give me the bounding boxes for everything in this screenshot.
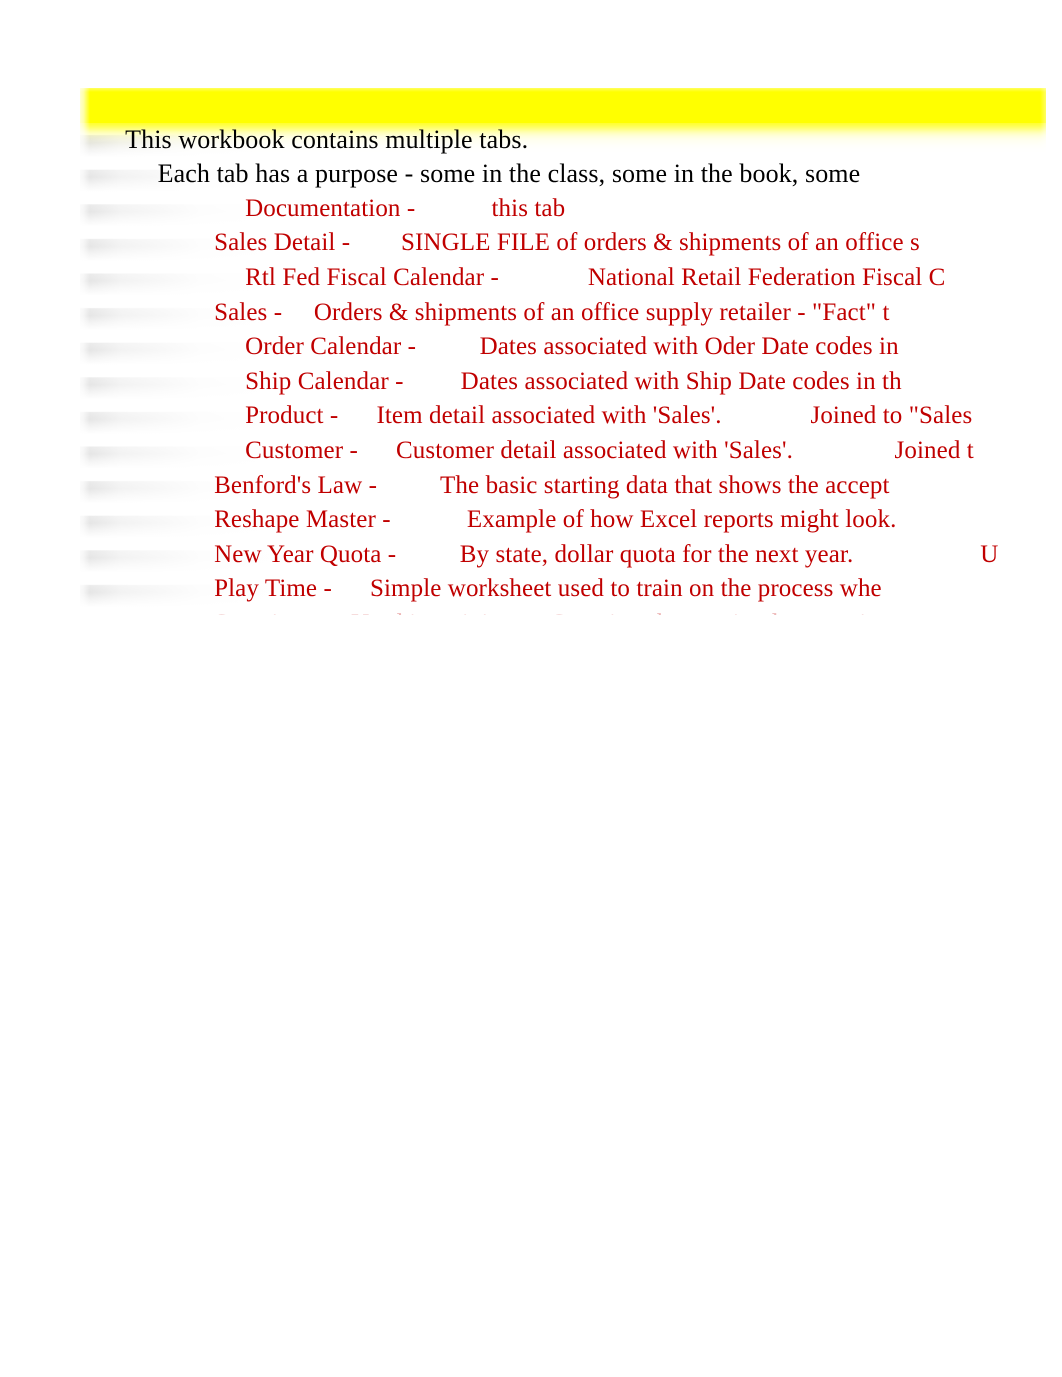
documentation-sheet[interactable]: This workbook contains multiple tabs. Ea…	[80, 88, 1046, 615]
tab-entry-text: Security - Used in training on Security …	[214, 610, 878, 615]
documentation-title-row: This workbook contains multiple tabs.	[80, 88, 1046, 154]
tab-entry-text: Customer - Customer detail associated wi…	[245, 436, 974, 464]
tab-entry-text: Sales - Orders & shipments of an office …	[214, 298, 890, 326]
documentation-subtitle-text: Each tab has a purpose - some in the cla…	[157, 159, 861, 189]
tab-entry-text: New Year Quota - By state, dollar quota …	[214, 540, 999, 568]
tab-entry-text: Product - Item detail associated with 'S…	[245, 402, 973, 430]
tab-entry-text: Benford's Law - The basic starting data …	[214, 471, 890, 499]
documentation-row-list: This workbook contains multiple tabs. Ea…	[80, 88, 1046, 615]
tab-entry-text: Ship Calendar - Dates associated with Sh…	[245, 367, 902, 395]
tab-entry-text: Rtl Fed Fiscal Calendar - National Retai…	[245, 263, 946, 291]
tab-entry-text: Play Time - Simple worksheet used to tra…	[214, 575, 882, 603]
documentation-title-text: This workbook contains multiple tabs.	[125, 124, 529, 154]
tab-entry-text: Sales Detail - SINGLE FILE of orders & s…	[214, 229, 920, 257]
tab-entry-text: Reshape Master - Example of how Excel re…	[214, 506, 897, 534]
tab-entry-text: Documentation - this tab	[245, 194, 566, 222]
tab-entry-text: Order Calendar - Dates associated with O…	[245, 333, 899, 361]
